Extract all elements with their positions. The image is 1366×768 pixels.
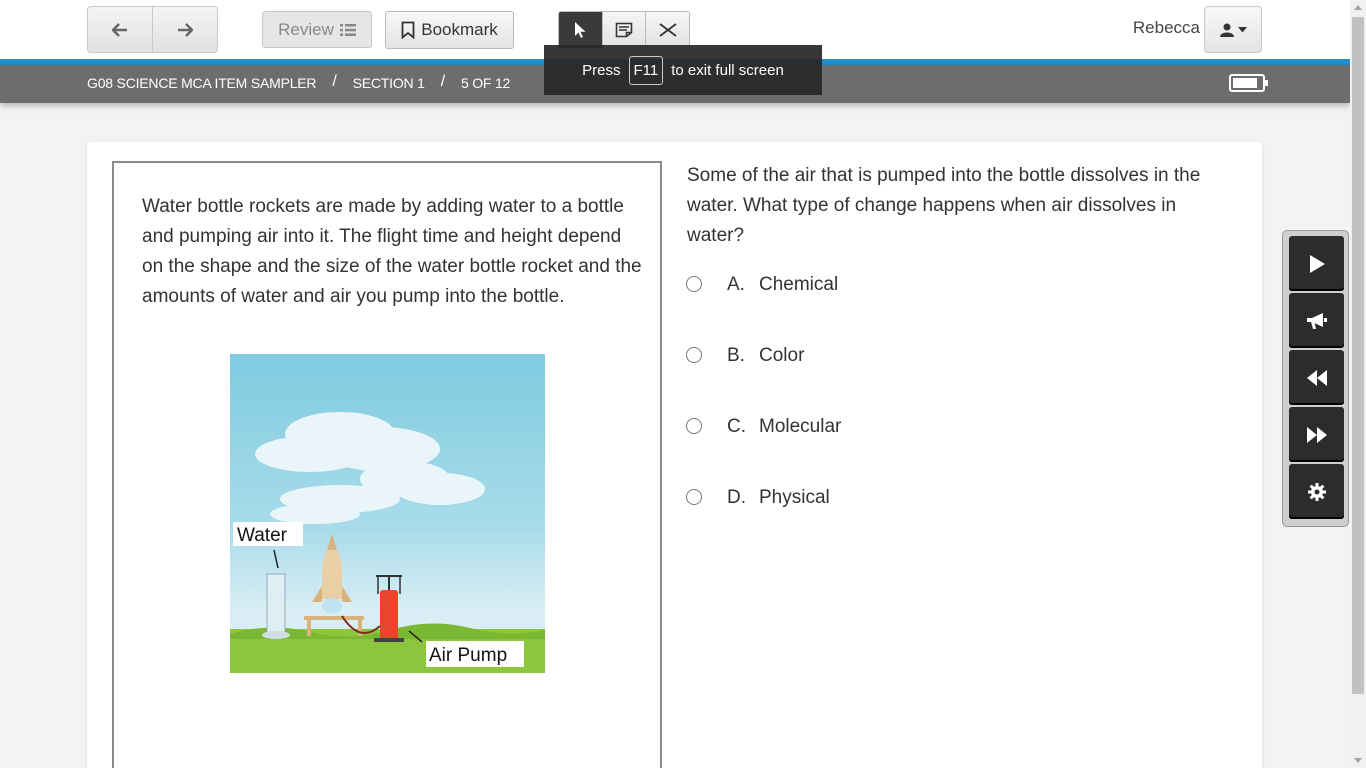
- bookmark-button[interactable]: Bookmark: [385, 11, 514, 49]
- user-icon: [1219, 23, 1234, 37]
- option-letter: D.: [727, 487, 746, 508]
- breadcrumb: G08 SCIENCE MCA ITEM SAMPLER / SECTION 1…: [87, 73, 511, 91]
- figure-label-water: Water: [237, 525, 288, 546]
- breadcrumb-position: 5 OF 12: [460, 75, 511, 91]
- fast-forward-icon: [1306, 426, 1327, 443]
- bookmark-label: Bookmark: [421, 20, 498, 39]
- radio-button[interactable]: [686, 347, 702, 363]
- radio-button[interactable]: [686, 276, 702, 292]
- pointer-icon: [575, 22, 586, 38]
- option-text: Physical: [759, 487, 830, 508]
- option-letter: B.: [727, 345, 745, 366]
- review-button[interactable]: Review: [262, 11, 372, 48]
- option-letter: A.: [727, 274, 745, 295]
- rewind-button[interactable]: [1289, 350, 1344, 405]
- breadcrumb-test: G08 SCIENCE MCA ITEM SAMPLER: [87, 75, 317, 91]
- radio-button[interactable]: [686, 489, 702, 505]
- fast-forward-button[interactable]: [1289, 407, 1344, 462]
- toast-prefix: Press: [582, 61, 621, 79]
- scroll-thumb[interactable]: [1352, 17, 1364, 694]
- breadcrumb-separator: /: [332, 73, 337, 90]
- arrow-right-icon: [178, 22, 193, 37]
- chevron-down-icon: [1237, 26, 1247, 32]
- breadcrumb-separator: /: [440, 73, 445, 90]
- option-text: Color: [759, 345, 805, 366]
- breadcrumb-section: SECTION 1: [352, 75, 425, 91]
- nav-group: [87, 6, 218, 53]
- settings-button[interactable]: [1289, 464, 1344, 519]
- bookmark-icon: [401, 21, 415, 39]
- note-icon: [615, 22, 633, 38]
- fullscreen-toast: Press F11 to exit full screen: [544, 45, 822, 95]
- radio-button[interactable]: [686, 418, 702, 434]
- rewind-icon: [1306, 369, 1327, 386]
- pointer-tool-button[interactable]: [559, 12, 602, 48]
- tool-group: [558, 11, 690, 49]
- scroll-up-icon[interactable]: [1354, 5, 1362, 10]
- note-tool-button[interactable]: [601, 12, 646, 48]
- tts-tool-panel: [1282, 230, 1349, 527]
- answer-option-b[interactable]: B. Color: [686, 341, 804, 371]
- question-stem: Some of the air that is pumped into the …: [687, 165, 1201, 246]
- speak-button[interactable]: [1289, 293, 1344, 348]
- option-letter: C.: [727, 416, 746, 437]
- answer-option-a[interactable]: A. Chemical: [686, 270, 838, 300]
- page-scrollbar[interactable]: [1350, 0, 1366, 768]
- scroll-down-icon[interactable]: [1354, 758, 1362, 763]
- toast-suffix: to exit full screen: [671, 61, 784, 79]
- battery-icon: [1229, 74, 1268, 92]
- list-icon: [339, 23, 356, 36]
- answer-option-d[interactable]: D. Physical: [686, 483, 830, 513]
- figure-label-air-pump: Air Pump: [429, 645, 507, 666]
- passage-text: Water bottle rockets are made by adding …: [142, 196, 642, 307]
- username-label: Rebecca: [1132, 18, 1200, 37]
- close-icon: [659, 23, 677, 37]
- forward-button[interactable]: [152, 7, 217, 52]
- option-text: Molecular: [759, 416, 842, 437]
- play-button[interactable]: [1289, 236, 1344, 291]
- play-icon: [1309, 254, 1325, 273]
- megaphone-icon: [1306, 312, 1327, 329]
- rocket-illustration: Water Air Pump: [230, 354, 545, 673]
- toast-key: F11: [628, 55, 664, 85]
- answer-option-c[interactable]: C. Molecular: [686, 412, 841, 442]
- back-button[interactable]: [88, 7, 152, 52]
- user-menu-button[interactable]: [1204, 6, 1262, 53]
- gear-icon: [1307, 482, 1326, 501]
- arrow-left-icon: [112, 22, 127, 37]
- eliminate-tool-button[interactable]: [645, 12, 689, 48]
- review-label: Review: [278, 19, 334, 39]
- option-text: Chemical: [759, 274, 839, 295]
